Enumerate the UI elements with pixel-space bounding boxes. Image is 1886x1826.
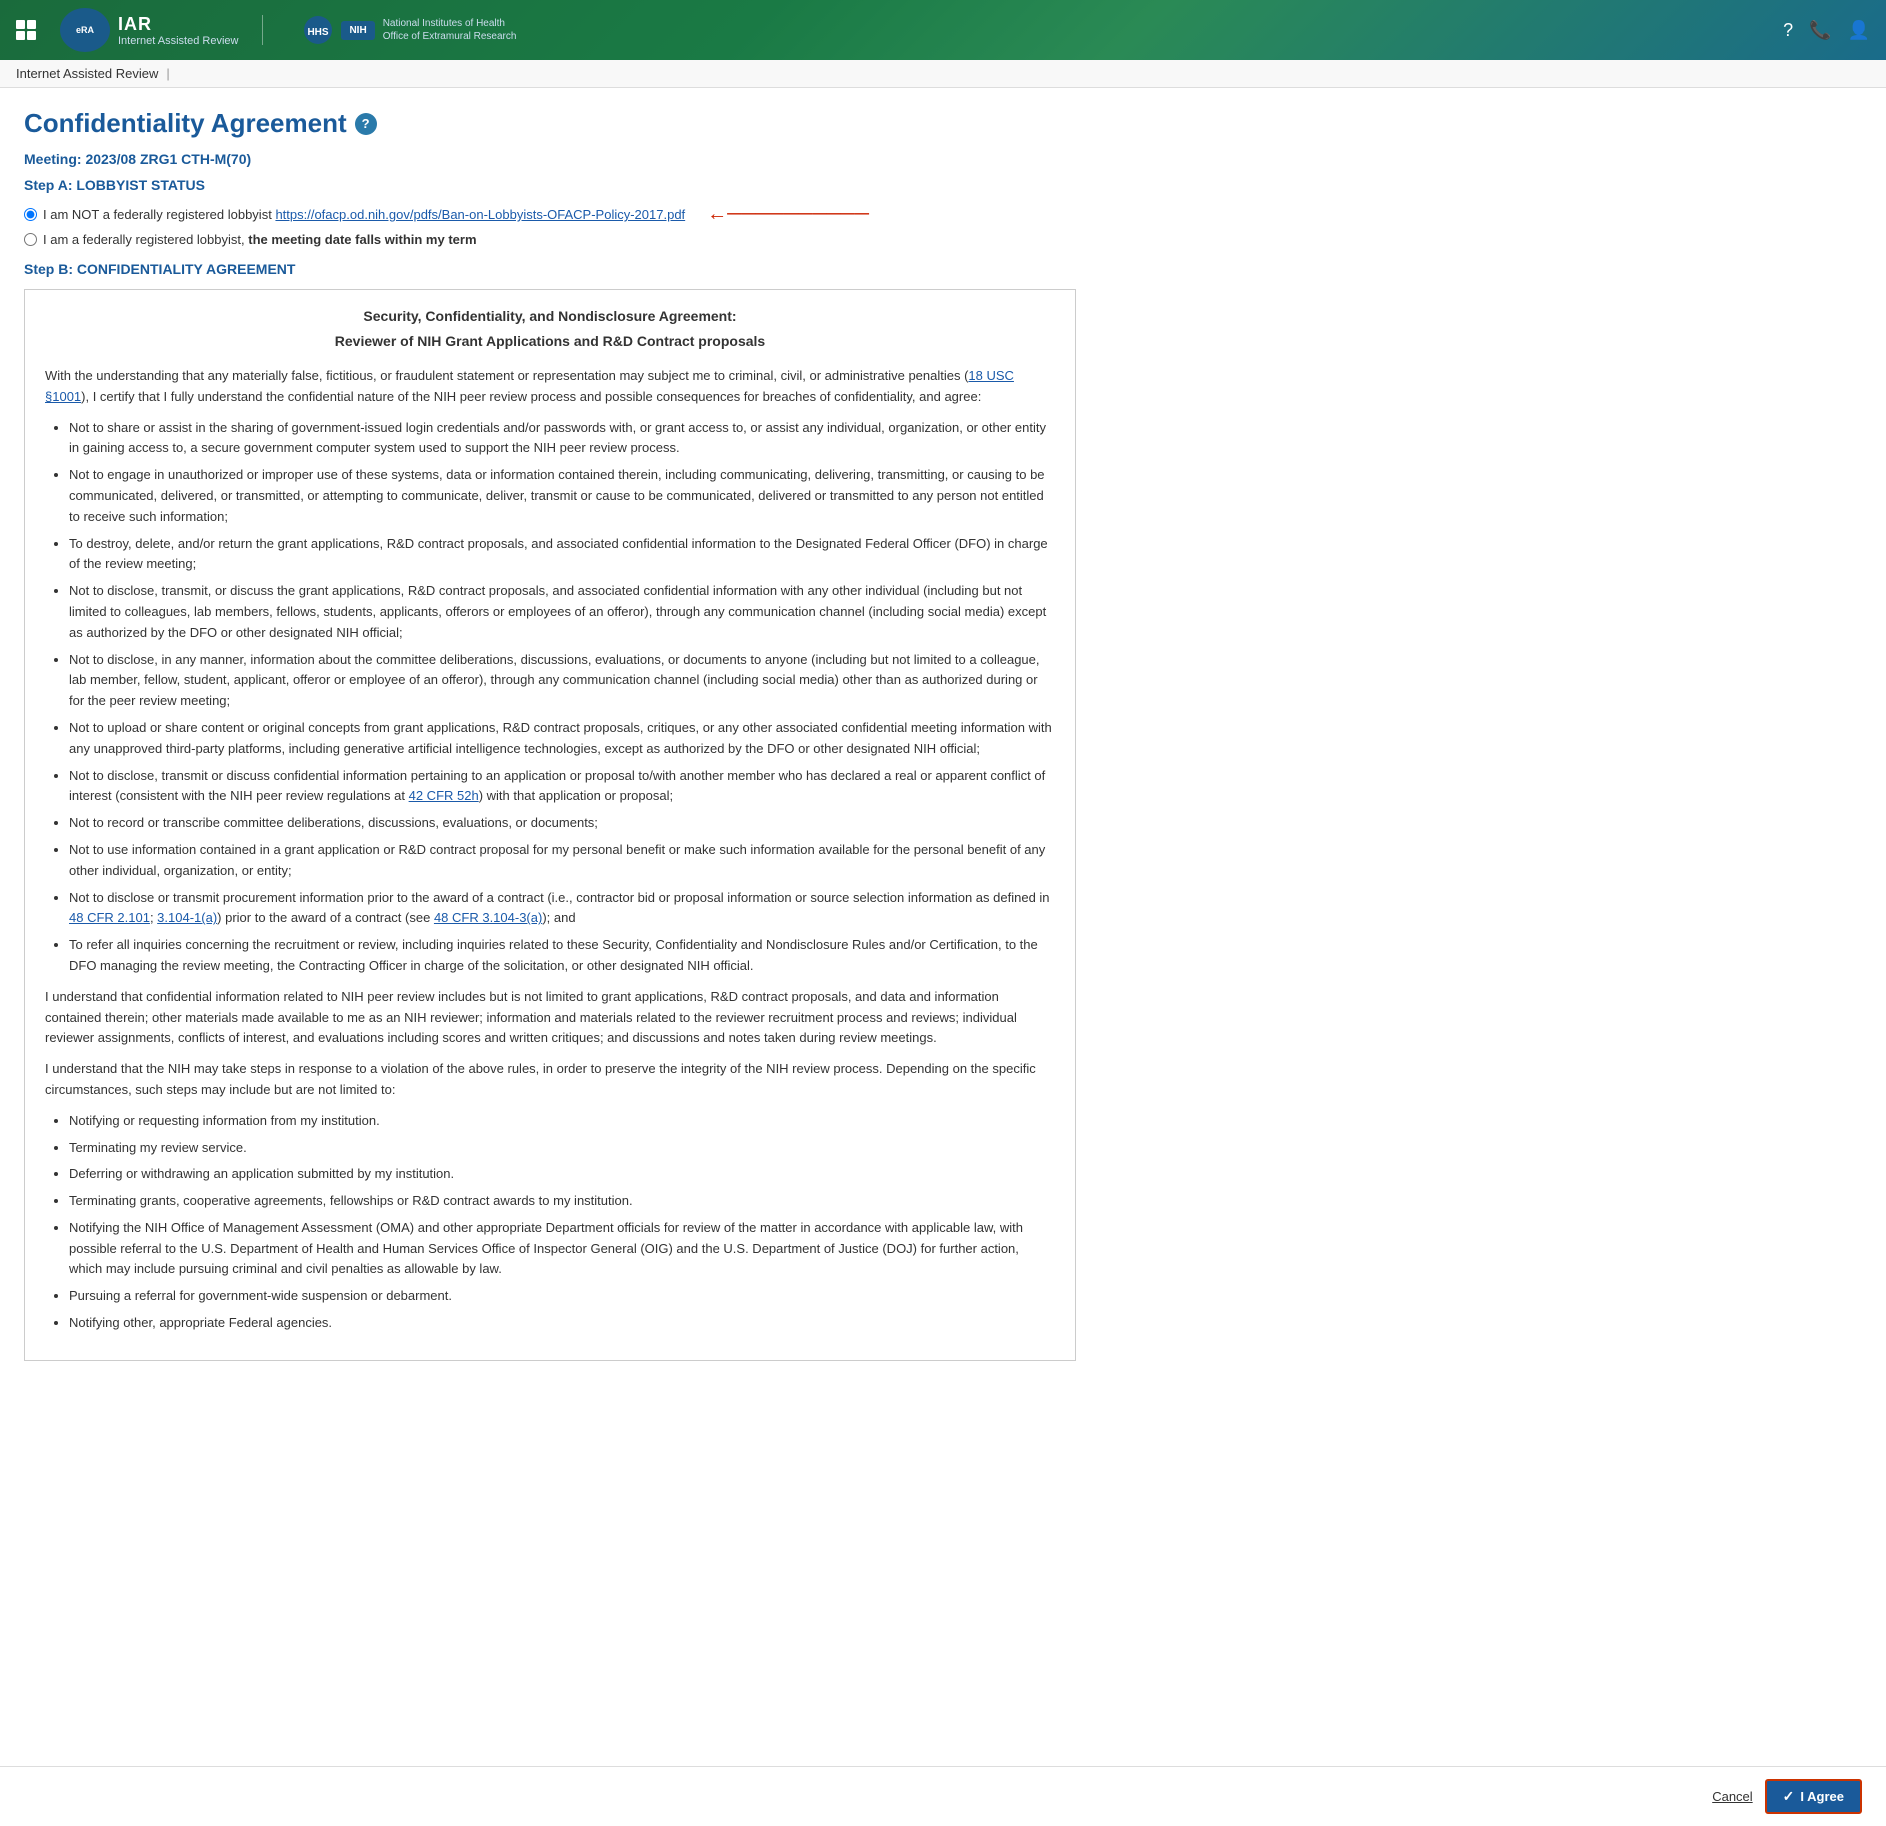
breadcrumb-item[interactable]: Internet Assisted Review [16, 66, 158, 81]
meeting-label: Meeting: 2023/08 ZRG1 CTH-M(70) [24, 151, 1076, 167]
bullet-item: To refer all inquiries concerning the re… [69, 935, 1055, 977]
lobbyist-policy-link[interactable]: https://ofacp.od.nih.gov/pdfs/Ban-on-Lob… [275, 207, 685, 222]
steps-item: Notifying the NIH Office of Management A… [69, 1218, 1055, 1280]
step-a-label: Step A: LOBBYIST STATUS [24, 177, 1076, 193]
nih-branding: HHS NIH National Institutes of Health Of… [303, 15, 516, 45]
title-help-icon[interactable]: ? [355, 113, 377, 135]
steps-item: Deferring or withdrawing an application … [69, 1164, 1055, 1185]
era-logo: eRA IAR Internet Assisted Review [60, 8, 238, 52]
cfr-2101-link[interactable]: 48 CFR 2.101 [69, 910, 150, 925]
user-icon[interactable]: 👤 [1848, 20, 1870, 41]
steps-item: Pursuing a referral for government-wide … [69, 1286, 1055, 1307]
arrow-indicator: ←────────── [707, 203, 869, 226]
app-name: IAR [118, 14, 238, 35]
app-subtitle: Internet Assisted Review [118, 35, 238, 47]
apps-menu-button[interactable] [16, 20, 44, 40]
era-logo-circle: eRA [60, 8, 110, 52]
radio-not-lobbyist-group: I am NOT a federally registered lobbyist… [24, 203, 1076, 226]
nih-office: Office of Extramural Research [383, 30, 517, 43]
understanding-paragraph-1: I understand that confidential informati… [45, 987, 1055, 1049]
header-right: ? 📞 👤 [1783, 20, 1870, 41]
bullet-item: Not to disclose or transmit procurement … [69, 888, 1055, 930]
radio-is-lobbyist-text: I am a federally registered lobbyist, [43, 232, 245, 247]
agreement-title: Security, Confidentiality, and Nondisclo… [45, 306, 1055, 327]
agreement-body: With the understanding that any material… [45, 366, 1055, 1334]
help-icon[interactable]: ? [1783, 20, 1793, 41]
steps-item: Notifying or requesting information from… [69, 1111, 1055, 1132]
agreement-subtitle: Reviewer of NIH Grant Applications and R… [45, 331, 1055, 352]
agreement-intro-text: With the understanding that any material… [45, 368, 968, 383]
header-separator [262, 15, 263, 45]
breadcrumb-separator: | [166, 66, 169, 81]
step-b-label: Step B: CONFIDENTIALITY AGREEMENT [24, 261, 1076, 277]
radio-not-lobbyist-text: I am NOT a federally registered lobbyist [43, 207, 272, 222]
cfr-3104-link[interactable]: 3.104-1(a) [157, 910, 217, 925]
radio-is-lobbyist-bold: the meeting date falls within my term [248, 232, 476, 247]
app-header: eRA IAR Internet Assisted Review HHS NIH… [0, 0, 1886, 60]
hhs-logo-icon: HHS [303, 15, 333, 45]
nih-name: National Institutes of Health [383, 17, 517, 30]
radio-not-lobbyist[interactable] [24, 208, 37, 221]
cfr-52h-link[interactable]: 42 CFR 52h [409, 788, 479, 803]
bullet-item: Not to disclose, transmit, or discuss th… [69, 581, 1055, 643]
agreement-bullets: Not to share or assist in the sharing of… [69, 418, 1055, 977]
bullet-item: Not to upload or share content or origin… [69, 718, 1055, 760]
page-title: Confidentiality Agreement ? [24, 108, 1076, 139]
page-title-text: Confidentiality Agreement [24, 108, 347, 139]
steps-item: Terminating my review service. [69, 1138, 1055, 1159]
cfr-3104-3-link[interactable]: 48 CFR 3.104-3(a) [434, 910, 542, 925]
check-icon: ✓ [1783, 1788, 1795, 1805]
agree-button[interactable]: ✓ I Agree [1765, 1779, 1862, 1814]
radio-is-lobbyist-label[interactable]: I am a federally registered lobbyist, th… [43, 232, 477, 247]
main-content: Confidentiality Agreement ? Meeting: 202… [0, 88, 1100, 1451]
phone-icon[interactable]: 📞 [1809, 20, 1831, 41]
bullet-item: To destroy, delete, and/or return the gr… [69, 534, 1055, 576]
nih-badge: NIH [341, 21, 374, 40]
agreement-intro-after: ), I certify that I fully understand the… [81, 389, 981, 404]
radio-is-lobbyist-group: I am a federally registered lobbyist, th… [24, 232, 1076, 247]
cancel-button[interactable]: Cancel [1712, 1789, 1752, 1804]
bullet-item: Not to use information contained in a gr… [69, 840, 1055, 882]
nih-text: National Institutes of Health Office of … [383, 17, 517, 43]
bullet-item: Not to engage in unauthorized or imprope… [69, 465, 1055, 527]
understanding-paragraph-2: I understand that the NIH may take steps… [45, 1059, 1055, 1101]
bullet-item: Not to share or assist in the sharing of… [69, 418, 1055, 460]
steps-item: Terminating grants, cooperative agreemen… [69, 1191, 1055, 1212]
bullet-item: Not to record or transcribe committee de… [69, 813, 1055, 834]
agreement-section: Security, Confidentiality, and Nondisclo… [24, 289, 1076, 1361]
header-left: eRA IAR Internet Assisted Review HHS NIH… [16, 8, 516, 52]
bottom-actions: Cancel ✓ I Agree [0, 1766, 1886, 1826]
breadcrumb: Internet Assisted Review | [0, 60, 1886, 88]
bullet-item: Not to disclose, transmit or discuss con… [69, 766, 1055, 808]
header-title-block: IAR Internet Assisted Review [118, 14, 238, 47]
radio-is-lobbyist[interactable] [24, 233, 37, 246]
agree-label: I Agree [1800, 1789, 1844, 1804]
steps-item: Notifying other, appropriate Federal age… [69, 1313, 1055, 1334]
radio-not-lobbyist-label[interactable]: I am NOT a federally registered lobbyist… [43, 207, 685, 222]
steps-bullets: Notifying or requesting information from… [69, 1111, 1055, 1334]
bottom-padding [24, 1375, 1076, 1431]
agreement-intro-paragraph: With the understanding that any material… [45, 366, 1055, 408]
bullet-item: Not to disclose, in any manner, informat… [69, 650, 1055, 712]
svg-text:HHS: HHS [308, 27, 329, 38]
